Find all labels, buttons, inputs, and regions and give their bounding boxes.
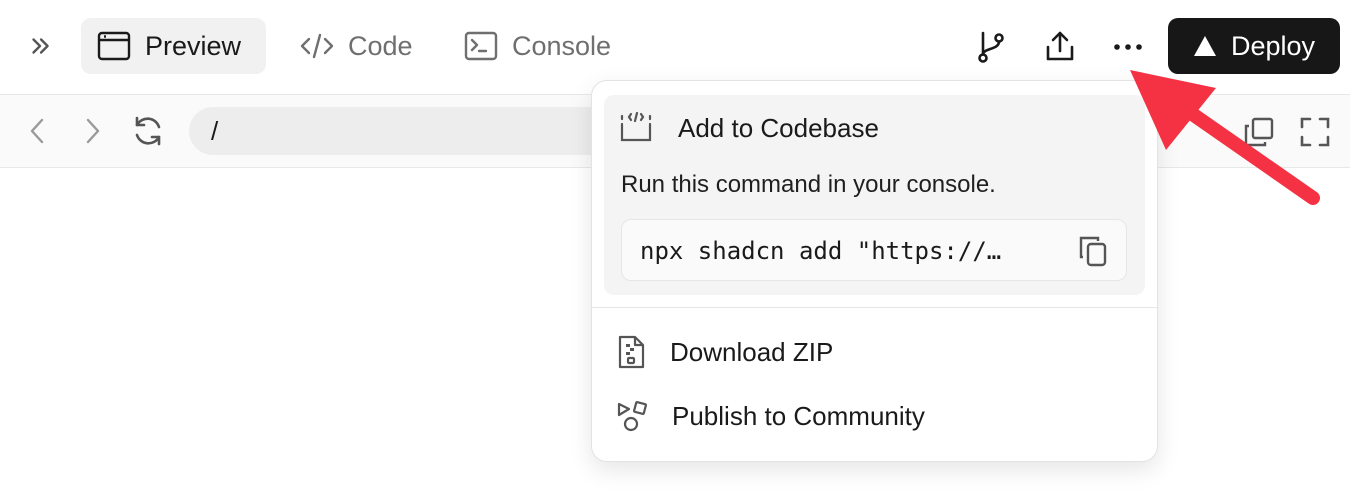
copy-frame-button[interactable] <box>1242 115 1276 149</box>
copy-icon <box>1244 117 1274 147</box>
install-command: npx shadcn add "https://… <box>640 237 1002 265</box>
tab-code[interactable]: Code <box>284 18 434 74</box>
double-chevron-right-icon <box>32 38 49 54</box>
git-branch-button[interactable] <box>969 25 1013 69</box>
chevron-right-icon <box>86 118 100 144</box>
shapes-icon <box>617 401 647 432</box>
publish-to-community-label: Publish to Community <box>672 400 925 431</box>
codebase-embed-icon <box>620 112 652 142</box>
refresh-icon <box>135 116 161 146</box>
git-branch-icon <box>978 31 1004 63</box>
share-button[interactable] <box>1038 25 1082 69</box>
download-zip-item[interactable]: Download ZIP <box>616 332 833 372</box>
deploy-button[interactable]: Deploy <box>1168 18 1340 74</box>
menu-divider <box>592 307 1157 308</box>
more-horizontal-icon <box>1114 44 1142 50</box>
publish-to-community-item[interactable]: Publish to Community <box>616 396 925 436</box>
browser-window-icon <box>97 31 131 61</box>
more-options-menu: Add to Codebase Run this command in your… <box>591 80 1158 462</box>
tab-console-label: Console <box>512 30 612 61</box>
tab-preview[interactable]: Preview <box>81 18 266 74</box>
reload-button[interactable] <box>128 111 168 151</box>
back-button[interactable] <box>18 111 58 151</box>
tab-code-label: Code <box>348 30 413 61</box>
code-brackets-icon <box>300 33 334 59</box>
fullscreen-icon <box>1300 117 1330 147</box>
tab-preview-label: Preview <box>145 30 242 61</box>
terminal-icon <box>464 31 498 61</box>
add-to-codebase-item[interactable]: Add to Codebase <box>620 111 879 145</box>
triangle-icon <box>1193 36 1216 56</box>
add-to-codebase-label: Add to Codebase <box>678 112 879 143</box>
command-box: npx shadcn add "https://… <box>621 219 1127 281</box>
forward-button[interactable] <box>72 111 112 151</box>
add-to-codebase-section: Add to Codebase Run this command in your… <box>604 95 1145 295</box>
share-upload-icon <box>1046 31 1074 61</box>
copy-icon <box>1079 236 1107 267</box>
copy-command-button[interactable] <box>1076 234 1110 268</box>
tab-console[interactable]: Console <box>448 18 638 74</box>
chevron-left-icon <box>30 118 44 144</box>
fullscreen-button[interactable] <box>1298 115 1332 149</box>
deploy-label: Deploy <box>1230 30 1316 61</box>
zip-file-icon <box>618 335 645 369</box>
more-options-button[interactable] <box>1106 25 1150 69</box>
download-zip-label: Download ZIP <box>670 336 834 367</box>
expand-sidebar-button[interactable] <box>22 28 58 64</box>
codebase-description: Run this command in your console. <box>621 171 996 198</box>
